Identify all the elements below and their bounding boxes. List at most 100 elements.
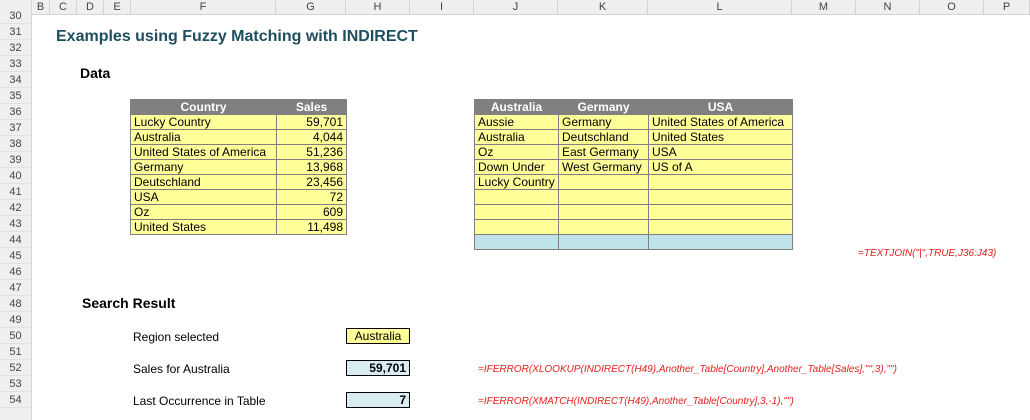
- cell-country[interactable]: Deutschland: [130, 174, 277, 190]
- cell-australia-alias[interactable]: Down Under: [474, 159, 559, 175]
- row-header[interactable]: 32: [0, 40, 31, 56]
- cell-germany-alias[interactable]: [558, 219, 649, 235]
- search-result-heading[interactable]: Search Result: [82, 295, 175, 311]
- cell-usa-alias[interactable]: US of A: [648, 159, 793, 175]
- row-header[interactable]: 40: [0, 168, 31, 184]
- row-header[interactable]: 42: [0, 200, 31, 216]
- cell-country[interactable]: Lucky Country: [130, 114, 277, 130]
- cell-germany-alias[interactable]: East Germany: [558, 144, 649, 160]
- header-country[interactable]: Country: [130, 99, 277, 115]
- cell-sales[interactable]: 59,701: [276, 114, 347, 130]
- last-occurrence-label[interactable]: Last Occurrence in Table: [133, 394, 266, 408]
- table-row: Australia Deutschland United States: [474, 129, 793, 145]
- row-header[interactable]: 54: [0, 392, 31, 408]
- cell-country[interactable]: United States of America: [130, 144, 277, 160]
- cell-germany-alias[interactable]: Germany: [558, 114, 649, 130]
- cell-germany-alias[interactable]: Deutschland: [558, 129, 649, 145]
- last-occurrence-cell[interactable]: 7: [346, 392, 410, 408]
- cell-usa-alias[interactable]: [648, 189, 793, 205]
- cell-sales[interactable]: 11,498: [276, 219, 347, 235]
- row-header[interactable]: 33: [0, 56, 31, 72]
- row-header[interactable]: 41: [0, 184, 31, 200]
- column-header-g[interactable]: G: [276, 0, 346, 14]
- row-header[interactable]: 38: [0, 136, 31, 152]
- cell-australia-alias[interactable]: [474, 219, 559, 235]
- cell-country[interactable]: USA: [130, 189, 277, 205]
- row-header[interactable]: 37: [0, 120, 31, 136]
- row-header[interactable]: 39: [0, 152, 31, 168]
- cell-sales[interactable]: 13,968: [276, 159, 347, 175]
- column-header-p[interactable]: P: [984, 0, 1030, 14]
- row-header[interactable]: 50: [0, 328, 31, 344]
- cell-country[interactable]: Oz: [130, 204, 277, 220]
- region-selected-input[interactable]: Australia: [346, 328, 410, 344]
- textjoin-result-cell[interactable]: [648, 234, 793, 250]
- row-header[interactable]: 47: [0, 280, 31, 296]
- xlookup-formula-note: =IFERROR(XLOOKUP(INDIRECT(H49),Another_T…: [478, 364, 897, 375]
- header-germany[interactable]: Germany: [558, 99, 649, 115]
- cell-australia-alias[interactable]: [474, 189, 559, 205]
- cell-sales[interactable]: 4,044: [276, 129, 347, 145]
- column-header-d[interactable]: D: [77, 0, 104, 14]
- row-header[interactable]: 52: [0, 360, 31, 376]
- column-header-n[interactable]: N: [856, 0, 920, 14]
- cell-germany-alias[interactable]: [558, 189, 649, 205]
- cell-australia-alias[interactable]: Oz: [474, 144, 559, 160]
- cell-sales[interactable]: 51,236: [276, 144, 347, 160]
- cell-germany-alias[interactable]: West Germany: [558, 159, 649, 175]
- cell-usa-alias[interactable]: United States: [648, 129, 793, 145]
- header-australia[interactable]: Australia: [474, 99, 559, 115]
- row-header[interactable]: 45: [0, 248, 31, 264]
- sheet-title[interactable]: Examples using Fuzzy Matching with INDIR…: [56, 28, 418, 46]
- column-header-o[interactable]: O: [920, 0, 984, 14]
- row-header[interactable]: 34: [0, 72, 31, 88]
- column-header-c[interactable]: C: [50, 0, 77, 14]
- textjoin-result-row: [474, 234, 793, 250]
- row-header[interactable]: 44: [0, 232, 31, 248]
- cell-usa-alias[interactable]: [648, 174, 793, 190]
- header-sales[interactable]: Sales: [276, 99, 347, 115]
- cell-country[interactable]: Australia: [130, 129, 277, 145]
- row-header[interactable]: 43: [0, 216, 31, 232]
- header-usa[interactable]: USA: [648, 99, 793, 115]
- column-header-e[interactable]: E: [104, 0, 131, 14]
- row-header[interactable]: 35: [0, 88, 31, 104]
- cell-usa-alias[interactable]: United States of America: [648, 114, 793, 130]
- column-header-l[interactable]: L: [648, 0, 792, 14]
- sales-for-australia-label[interactable]: Sales for Australia: [133, 362, 230, 376]
- column-header-k[interactable]: K: [558, 0, 648, 14]
- cell-usa-alias[interactable]: USA: [648, 144, 793, 160]
- cell-australia-alias[interactable]: Lucky Country: [474, 174, 559, 190]
- cell-sales[interactable]: 23,456: [276, 174, 347, 190]
- row-header[interactable]: 30: [0, 8, 31, 24]
- cell-country[interactable]: United States: [130, 219, 277, 235]
- cell-germany-alias[interactable]: [558, 174, 649, 190]
- cell-usa-alias[interactable]: [648, 204, 793, 220]
- cell-sales[interactable]: 72: [276, 189, 347, 205]
- column-header-b[interactable]: B: [32, 0, 50, 14]
- row-header[interactable]: 46: [0, 264, 31, 280]
- column-header-h[interactable]: H: [346, 0, 410, 14]
- cell-australia-alias[interactable]: Aussie: [474, 114, 559, 130]
- cell-country[interactable]: Germany: [130, 159, 277, 175]
- row-header[interactable]: 51: [0, 344, 31, 360]
- column-header-f[interactable]: F: [131, 0, 276, 14]
- textjoin-result-cell[interactable]: [474, 234, 559, 250]
- row-header[interactable]: 36: [0, 104, 31, 120]
- row-header[interactable]: 53: [0, 376, 31, 392]
- row-header[interactable]: 31: [0, 24, 31, 40]
- cell-australia-alias[interactable]: Australia: [474, 129, 559, 145]
- column-header-j[interactable]: J: [474, 0, 558, 14]
- cell-usa-alias[interactable]: [648, 219, 793, 235]
- sales-result-cell[interactable]: 59,701: [346, 360, 410, 376]
- region-selected-label[interactable]: Region selected: [133, 330, 219, 344]
- cell-sales[interactable]: 609: [276, 204, 347, 220]
- textjoin-result-cell[interactable]: [558, 234, 649, 250]
- column-header-m[interactable]: M: [792, 0, 856, 14]
- cell-germany-alias[interactable]: [558, 204, 649, 220]
- row-header[interactable]: 48: [0, 296, 31, 312]
- cell-australia-alias[interactable]: [474, 204, 559, 220]
- column-header-i[interactable]: I: [410, 0, 474, 14]
- data-heading[interactable]: Data: [80, 65, 110, 81]
- row-header[interactable]: 49: [0, 312, 31, 328]
